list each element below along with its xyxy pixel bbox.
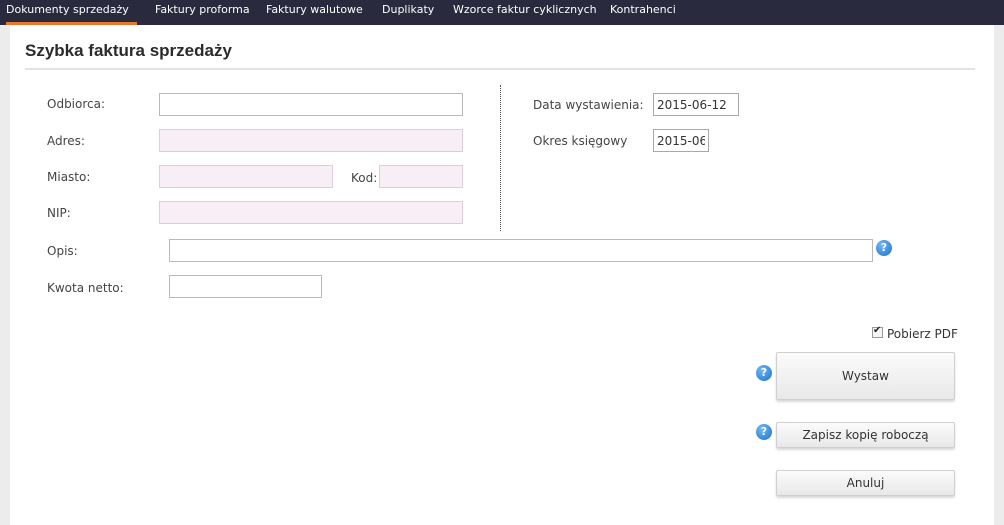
wystaw-button[interactable]: Wystaw bbox=[776, 352, 955, 400]
miasto-input[interactable] bbox=[159, 165, 333, 188]
title-divider bbox=[25, 68, 975, 70]
data-wystawienia-input[interactable] bbox=[653, 93, 739, 116]
nip-label: NIP: bbox=[47, 206, 71, 220]
zapisz-kopie-robocza-button[interactable]: Zapisz kopię roboczą bbox=[776, 422, 955, 448]
adres-input[interactable] bbox=[159, 129, 463, 152]
okres-ksiegowy-label: Okres księgowy bbox=[533, 134, 628, 148]
tab-duplikaty[interactable]: Duplikaty bbox=[382, 0, 434, 25]
odbiorca-input[interactable] bbox=[159, 93, 463, 116]
adres-label: Adres: bbox=[47, 134, 85, 148]
checkmark-icon: ✔ bbox=[873, 325, 882, 336]
opis-input[interactable] bbox=[169, 239, 873, 262]
nip-input[interactable] bbox=[159, 201, 463, 224]
anuluj-button[interactable]: Anuluj bbox=[776, 470, 955, 496]
tab-wzorce-faktur-cyklicznych[interactable]: Wzorce faktur cyklicznych bbox=[453, 0, 597, 25]
page-title: Szybka faktura sprzedaży bbox=[25, 41, 232, 60]
pobierz-pdf-checkbox[interactable]: ✔ bbox=[872, 325, 883, 338]
tab-faktury-walutowe[interactable]: Faktury walutowe bbox=[266, 0, 363, 25]
kwota-netto-input[interactable] bbox=[169, 275, 322, 298]
tab-faktury-proforma[interactable]: Faktury proforma bbox=[155, 0, 250, 25]
kod-label: Kod: bbox=[351, 171, 378, 185]
kwota-netto-label: Kwota netto: bbox=[47, 281, 124, 295]
okres-ksiegowy-input[interactable] bbox=[653, 129, 709, 152]
data-wystawienia-label: Data wystawienia: bbox=[533, 98, 644, 112]
tab-dokumenty-sprzedazy[interactable]: Dokumenty sprzedaży bbox=[6, 0, 137, 25]
miasto-label: Miasto: bbox=[47, 170, 91, 184]
pobierz-pdf-label[interactable]: Pobierz PDF bbox=[887, 327, 958, 341]
top-navigation: Dokumenty sprzedaży Faktury proforma Fak… bbox=[0, 0, 1004, 25]
opis-help-icon[interactable]: ? bbox=[876, 240, 892, 256]
wystaw-help-icon[interactable]: ? bbox=[756, 365, 772, 381]
opis-label: Opis: bbox=[47, 244, 78, 258]
kod-pocztowy-input[interactable] bbox=[379, 165, 463, 188]
column-divider bbox=[500, 85, 501, 231]
zapisz-help-icon[interactable]: ? bbox=[756, 424, 772, 440]
tab-kontrahenci[interactable]: Kontrahenci bbox=[610, 0, 676, 25]
odbiorca-label: Odbiorca: bbox=[47, 97, 106, 111]
invoice-form-panel: Szybka faktura sprzedaży Odbiorca: Adres… bbox=[10, 25, 994, 525]
tab-label: Dokumenty sprzedaży bbox=[6, 3, 129, 16]
